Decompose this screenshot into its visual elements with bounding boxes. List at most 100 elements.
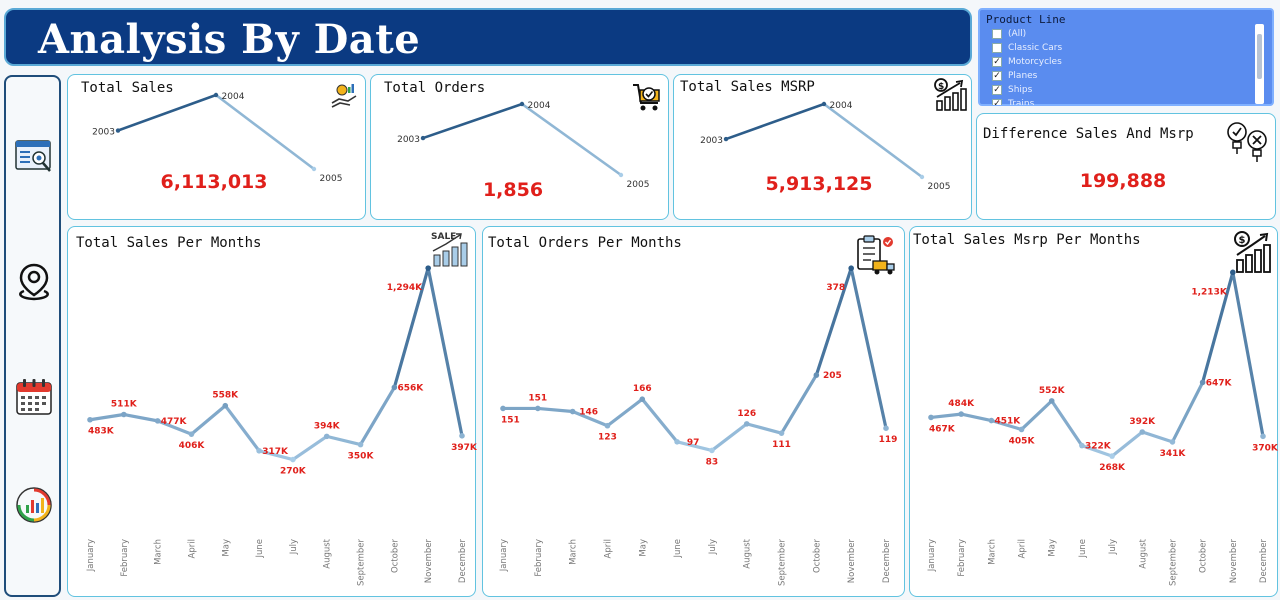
data-point[interactable] (674, 438, 680, 445)
data-point[interactable] (1139, 429, 1146, 435)
filter-list[interactable]: (All) Classic Cars ✓ Motorcycles ✓ Planes ✓ Shi… (992, 27, 1254, 105)
data-point[interactable] (357, 441, 364, 448)
filter-item[interactable]: ✓ Motorcycles (992, 55, 1254, 69)
spark-segment (822, 102, 924, 179)
data-point[interactable] (639, 396, 646, 402)
data-point[interactable] (500, 405, 506, 412)
data-point[interactable] (709, 447, 715, 454)
data-point[interactable] (1109, 453, 1115, 459)
checkbox[interactable]: ✓ (992, 57, 1002, 67)
x-tick-label: August (323, 538, 333, 568)
data-label: 558K (212, 391, 239, 401)
kpi-total-orders: Total Orders 2003 2004 2005 1,856 (370, 74, 669, 220)
line-segment (745, 422, 784, 435)
data-point[interactable] (569, 408, 576, 415)
data-point[interactable] (958, 411, 964, 417)
filter-item[interactable]: ✓ Trains (992, 97, 1254, 105)
line-segment (1019, 399, 1054, 432)
calendar-icon[interactable] (14, 377, 54, 417)
data-label: 268K (1099, 463, 1126, 473)
data-point[interactable] (1199, 379, 1206, 386)
x-tick-label: August (743, 538, 753, 568)
spark-segment (214, 93, 316, 171)
checkbox[interactable]: ✓ (992, 85, 1002, 95)
spark-label: 2005 (627, 180, 650, 190)
filter-item[interactable]: Classic Cars (992, 41, 1254, 55)
x-tick-label: October (812, 539, 822, 574)
data-point[interactable] (459, 433, 465, 439)
scroll-thumb[interactable] (1257, 34, 1262, 79)
data-point[interactable] (1079, 442, 1085, 449)
filter-item[interactable]: (All) (992, 27, 1254, 41)
data-point[interactable] (988, 417, 995, 424)
data-point[interactable] (1048, 398, 1055, 404)
filter-item-label: Planes (1008, 71, 1038, 81)
data-point[interactable] (121, 411, 127, 418)
line-segment (1050, 399, 1084, 448)
data-point[interactable] (535, 405, 541, 412)
data-label: 406K (179, 441, 206, 451)
data-point[interactable] (1260, 433, 1266, 440)
x-tick-label: January (86, 539, 96, 572)
spark-point (213, 92, 219, 98)
analytics-chart-icon[interactable] (14, 485, 54, 525)
data-label: 405K (1009, 436, 1036, 446)
data-point[interactable] (778, 430, 785, 436)
data-point[interactable] (290, 456, 296, 463)
dashboard-report-icon[interactable] (14, 137, 54, 177)
data-label: 123 (598, 433, 617, 443)
data-point[interactable] (323, 433, 330, 440)
data-label: 477K (161, 417, 188, 427)
checkbox[interactable]: ✓ (992, 71, 1002, 81)
line-segment (325, 434, 363, 447)
x-tick-label: September (357, 538, 367, 585)
data-point[interactable] (743, 421, 750, 427)
data-point[interactable] (1018, 426, 1025, 433)
svg-text:$: $ (1239, 235, 1246, 246)
data-label: 451K (994, 417, 1021, 427)
data-label: 483K (88, 427, 115, 437)
line-segment (929, 412, 963, 420)
data-point[interactable] (87, 416, 93, 423)
data-point[interactable] (604, 422, 611, 429)
data-label: 370K (1252, 443, 1279, 453)
filter-item-label: (All) (1008, 29, 1027, 39)
filter-item[interactable]: ✓ Planes (992, 69, 1254, 83)
data-point[interactable] (848, 265, 854, 272)
line-segment (426, 266, 464, 438)
map-pin-icon[interactable] (14, 262, 54, 302)
spark-point (723, 136, 729, 142)
filter-scrollbar[interactable] (1255, 24, 1264, 104)
spark-segment (520, 102, 623, 177)
data-point[interactable] (883, 425, 889, 432)
spark-point (519, 101, 525, 107)
checkbox[interactable] (992, 43, 1002, 53)
data-point[interactable] (928, 414, 934, 421)
x-tick-label: November (1229, 538, 1239, 583)
line-segment (1140, 430, 1175, 444)
data-point[interactable] (391, 384, 398, 391)
x-tick-label: May (638, 539, 648, 557)
chart-orders-per-month: 151 January 151 February 146 March 123 April 166… (482, 226, 905, 597)
line-segment (536, 406, 575, 414)
x-tick-label: June (673, 539, 683, 559)
kpi-total-sales: Total Sales 2003 2004 2005 6,113,013 (67, 74, 366, 220)
checkbox[interactable]: ✓ (992, 99, 1002, 105)
spark-label: 2003 (700, 136, 723, 146)
data-point[interactable] (154, 418, 161, 424)
data-label: 151 (501, 415, 520, 425)
data-label: 317K (262, 447, 289, 457)
data-point[interactable] (256, 447, 262, 454)
kpi-value: 5,913,125 (765, 173, 873, 195)
data-point[interactable] (813, 372, 820, 378)
line-chart: 151 January 151 February 146 March 123 April 166… (499, 265, 897, 586)
data-point[interactable] (222, 402, 229, 409)
product-line-filter[interactable]: Product Line (All) Classic Cars ✓ Motorcycl… (978, 8, 1274, 106)
checkbox[interactable] (992, 29, 1002, 39)
x-tick-label: July (289, 539, 299, 555)
data-point[interactable] (188, 431, 195, 437)
data-point[interactable] (1169, 439, 1176, 445)
data-label: 341K (1160, 449, 1187, 459)
filter-item[interactable]: ✓ Ships (992, 83, 1254, 97)
data-label: 166 (633, 384, 652, 394)
